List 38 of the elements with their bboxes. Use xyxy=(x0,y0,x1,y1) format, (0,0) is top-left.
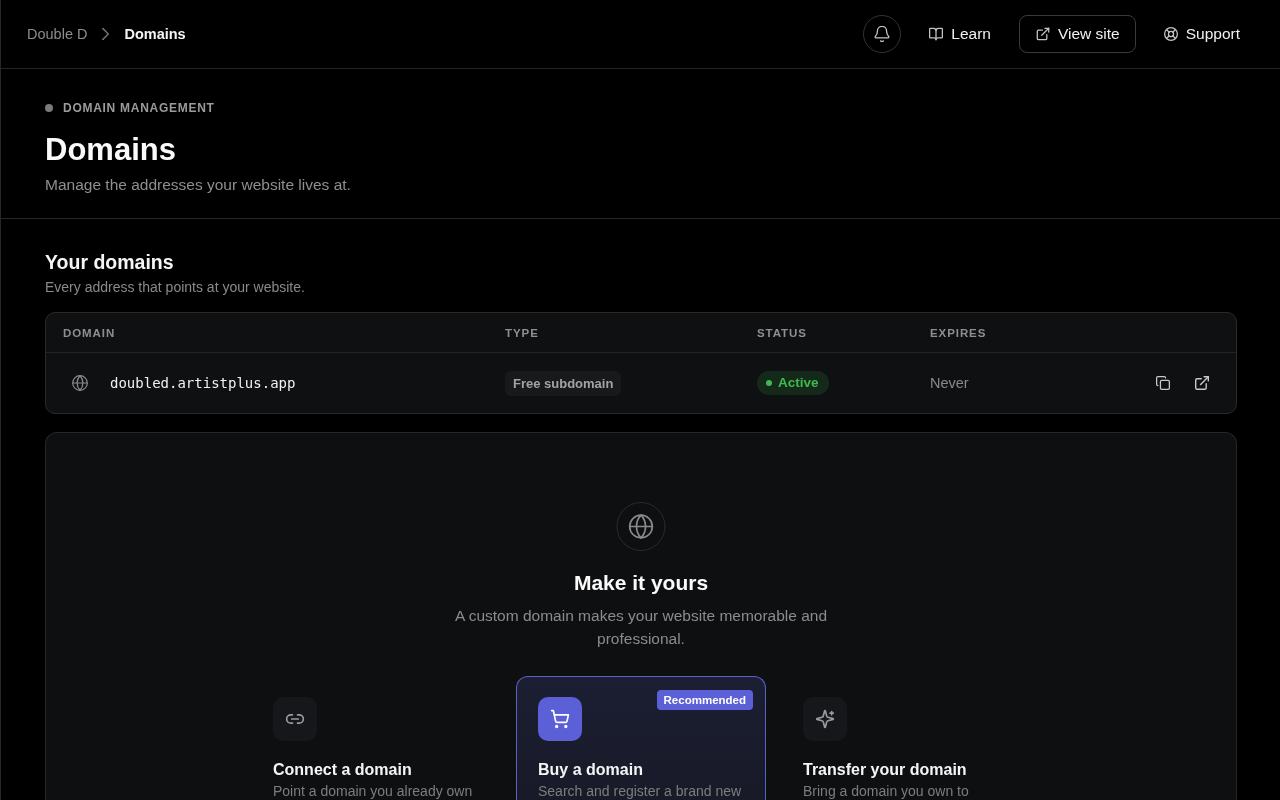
option-card[interactable]: Recommended Buy a domain Search and register a brand new xyxy=(516,676,766,800)
page-title: Domains xyxy=(45,132,177,168)
option-title: Connect a domain xyxy=(273,760,413,780)
option-description: Point a domain you already own xyxy=(273,783,474,800)
external-link-icon xyxy=(1035,27,1050,41)
option-description: Search and register a brand new xyxy=(538,783,743,800)
nav-link[interactable]: Support xyxy=(1148,15,1255,53)
nav-link[interactable]: Learn xyxy=(914,15,1006,53)
empty-state-title: Make it yours xyxy=(573,570,709,596)
bell-icon xyxy=(874,26,891,42)
copy-icon xyxy=(1156,376,1170,390)
globe-icon xyxy=(72,375,88,391)
globe-icon xyxy=(615,502,667,551)
breadcrumb-current: Domains xyxy=(124,26,186,42)
column-header: STATUS xyxy=(757,326,808,339)
book-icon xyxy=(929,27,944,41)
eyebrow-label: DOMAIN MANAGEMENT xyxy=(63,101,215,115)
lifebuoy-icon xyxy=(1163,27,1178,41)
status-label: Active xyxy=(778,375,819,391)
breadcrumb-link[interactable]: Double D xyxy=(27,26,88,42)
option-description: Bring a domain you own to xyxy=(803,783,970,800)
section-subtitle: Every address that points at your website. xyxy=(45,278,306,297)
view-site-button[interactable]: View site xyxy=(1018,15,1136,53)
column-header: EXPIRES xyxy=(930,326,988,339)
dot-icon xyxy=(45,104,53,112)
option-title: Transfer your domain xyxy=(803,760,968,780)
recommended-badge: Recommended xyxy=(656,690,753,710)
domain-name: doubled.artistplus.app xyxy=(110,375,296,391)
column-header: DOMAIN xyxy=(63,326,117,339)
column-header: TYPE xyxy=(505,326,540,339)
domain-type-tag: Free subdomain xyxy=(505,370,622,396)
empty-state-description: A custom domain makes your website memorable and professional. xyxy=(453,606,829,649)
section-title: Your domains xyxy=(45,250,175,275)
chevron-right-icon xyxy=(102,28,110,40)
external-link-icon xyxy=(1195,376,1209,390)
page-subtitle: Manage the addresses your website lives at. xyxy=(45,175,352,195)
expires-cell-text: Never xyxy=(930,375,970,391)
option-title: Buy a domain xyxy=(538,760,644,780)
